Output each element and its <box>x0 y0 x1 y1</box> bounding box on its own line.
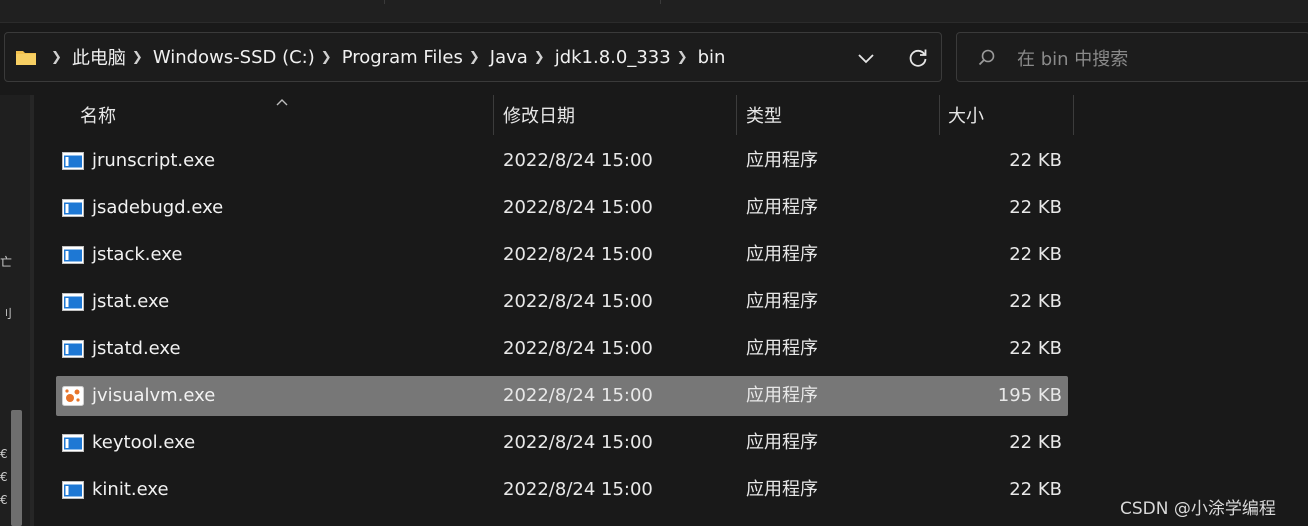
exe-window-icon <box>62 480 84 500</box>
refresh-icon <box>909 49 927 67</box>
breadcrumb-item-bin[interactable]: bin <box>698 47 726 68</box>
search-input[interactable] <box>1015 43 1299 75</box>
breadcrumb-separator[interactable]: ❯ <box>469 50 480 65</box>
navigation-pane[interactable]: 亡 刂 € € € <box>0 95 34 526</box>
column-header-type[interactable]: 类型 <box>746 95 938 135</box>
file-date: 2022/8/24 15:00 <box>503 197 653 218</box>
file-type: 应用程序 <box>746 385 818 406</box>
column-header-date[interactable]: 修改日期 <box>503 95 735 135</box>
file-size: 22 KB <box>1009 150 1062 171</box>
column-divider[interactable] <box>939 95 940 135</box>
address-history-dropdown[interactable] <box>851 43 881 73</box>
file-size: 22 KB <box>1009 479 1062 500</box>
file-type: 应用程序 <box>746 479 818 500</box>
nav-pane-label-fragment: € <box>0 470 8 484</box>
column-header-name[interactable]: 名称 <box>80 95 492 135</box>
search-box[interactable] <box>956 32 1308 82</box>
nav-pane-label-fragment: 刂 <box>0 307 13 321</box>
file-name: jvisualvm.exe <box>92 385 216 406</box>
breadcrumb-separator[interactable]: ❯ <box>677 50 688 65</box>
file-type: 应用程序 <box>746 150 818 171</box>
nav-pane-label-fragment: € <box>0 447 8 461</box>
file-size: 195 KB <box>997 385 1062 406</box>
watermark: CSDN @小涂学编程 <box>1120 499 1276 519</box>
file-name: jrunscript.exe <box>92 150 216 171</box>
file-row-selected[interactable]: jvisualvm.exe 2022/8/24 15:00 应用程序 195 K… <box>56 376 1068 416</box>
refresh-button[interactable] <box>903 43 933 73</box>
exe-window-icon <box>62 339 84 359</box>
file-type: 应用程序 <box>746 291 818 312</box>
breadcrumb-separator[interactable]: ❯ <box>534 50 545 65</box>
file-date: 2022/8/24 15:00 <box>503 338 653 359</box>
file-date: 2022/8/24 15:00 <box>503 479 653 500</box>
column-divider[interactable] <box>1073 95 1074 135</box>
file-name: keytool.exe <box>92 432 196 453</box>
file-row[interactable]: jsadebugd.exe 2022/8/24 15:00 应用程序 22 KB <box>56 188 1068 228</box>
pane-divider[interactable] <box>30 95 34 526</box>
file-date: 2022/8/24 15:00 <box>503 291 653 312</box>
column-divider[interactable] <box>736 95 737 135</box>
file-name: jsadebugd.exe <box>92 197 224 218</box>
file-type: 应用程序 <box>746 197 818 218</box>
breadcrumb-item-this-pc[interactable]: 此电脑 <box>72 44 126 70</box>
breadcrumb-item-java[interactable]: Java <box>490 47 528 68</box>
column-headers: 名称 修改日期 类型 大小 <box>56 95 1076 135</box>
breadcrumb-separator: ❯ <box>51 49 62 65</box>
nav-pane-scrollbar[interactable] <box>11 410 22 526</box>
file-name: jstat.exe <box>92 291 170 312</box>
file-size: 22 KB <box>1009 291 1062 312</box>
breadcrumb: ❯ 此电脑 ❯ Windows-SSD (C:) ❯ Program Files… <box>15 33 725 81</box>
column-divider[interactable] <box>493 95 494 135</box>
file-row[interactable]: jstatd.exe 2022/8/24 15:00 应用程序 22 KB <box>56 329 1068 369</box>
file-date: 2022/8/24 15:00 <box>503 244 653 265</box>
file-row[interactable]: jstack.exe 2022/8/24 15:00 应用程序 22 KB <box>56 235 1068 275</box>
file-size: 22 KB <box>1009 244 1062 265</box>
file-name: kinit.exe <box>92 479 169 500</box>
breadcrumb-separator[interactable]: ❯ <box>132 50 143 65</box>
file-size: 22 KB <box>1009 197 1062 218</box>
visualvm-app-icon <box>62 386 84 406</box>
file-date: 2022/8/24 15:00 <box>503 385 653 406</box>
folder-icon <box>15 48 37 66</box>
file-name: jstatd.exe <box>92 338 181 359</box>
tab-divider <box>384 0 385 4</box>
file-row[interactable]: jrunscript.exe 2022/8/24 15:00 应用程序 22 K… <box>56 141 1068 181</box>
file-type: 应用程序 <box>746 338 818 359</box>
file-date: 2022/8/24 15:00 <box>503 150 653 171</box>
search-icon <box>977 48 997 68</box>
file-date: 2022/8/24 15:00 <box>503 432 653 453</box>
column-header-size[interactable]: 大小 <box>948 95 1072 135</box>
breadcrumb-item-c-drive[interactable]: Windows-SSD (C:) <box>153 47 315 68</box>
address-bar[interactable]: ❯ 此电脑 ❯ Windows-SSD (C:) ❯ Program Files… <box>4 32 942 82</box>
file-type: 应用程序 <box>746 432 818 453</box>
nav-pane-label-fragment: € <box>0 493 8 507</box>
file-row[interactable]: jstat.exe 2022/8/24 15:00 应用程序 22 KB <box>56 282 1068 322</box>
exe-window-icon <box>62 151 84 171</box>
exe-window-icon <box>62 198 84 218</box>
chevron-down-icon <box>858 54 874 64</box>
file-row[interactable]: keytool.exe 2022/8/24 15:00 应用程序 22 KB <box>56 423 1068 463</box>
breadcrumb-item-jdk[interactable]: jdk1.8.0_333 <box>555 47 671 68</box>
tab-divider <box>660 0 661 4</box>
breadcrumb-item-program-files[interactable]: Program Files <box>342 47 463 68</box>
file-row[interactable]: kinit.exe 2022/8/24 15:00 应用程序 22 KB <box>56 470 1068 510</box>
file-size: 22 KB <box>1009 338 1062 359</box>
breadcrumb-separator[interactable]: ❯ <box>321 50 332 65</box>
file-type: 应用程序 <box>746 244 818 265</box>
nav-pane-label-fragment: 亡 <box>0 255 13 269</box>
file-name: jstack.exe <box>92 244 183 265</box>
exe-window-icon <box>62 292 84 312</box>
exe-window-icon <box>62 245 84 265</box>
file-size: 22 KB <box>1009 432 1062 453</box>
title-bar-strip <box>0 0 1308 23</box>
exe-window-icon <box>62 433 84 453</box>
